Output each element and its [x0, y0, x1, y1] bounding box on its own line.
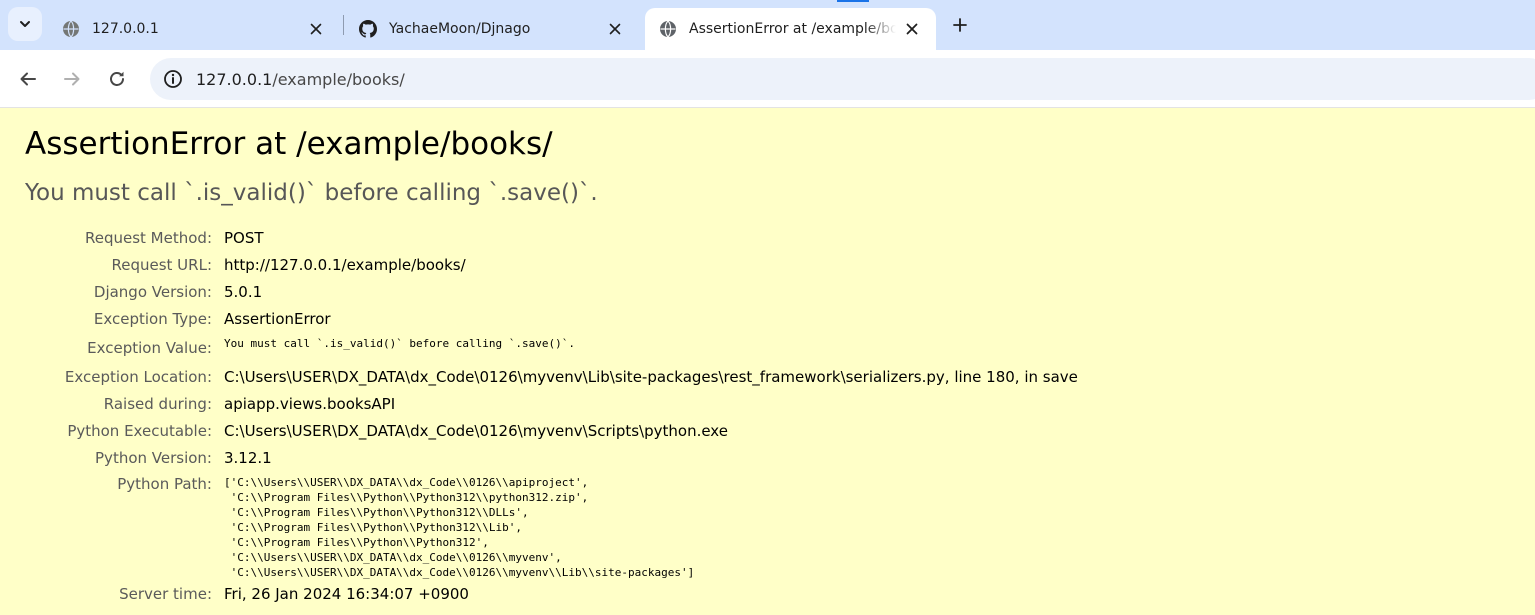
reload-button[interactable] [101, 63, 133, 95]
meta-label: Python Executable: [67, 421, 212, 440]
github-icon [359, 20, 377, 38]
meta-label: Raised during: [103, 394, 212, 413]
table-row: Python Executable: C:\Users\USER\DX_DATA… [0, 417, 1078, 444]
error-page: AssertionError at /example/books/ You mu… [0, 108, 1535, 615]
meta-value: C:\Users\USER\DX_DATA\dx_Code\0126\myven… [224, 367, 1078, 386]
tabstrip-accent-line [837, 0, 869, 2]
tab-assertion-error[interactable]: AssertionError at /example/books/ [645, 8, 936, 50]
meta-value: http://127.0.0.1/example/books/ [224, 255, 466, 274]
back-button[interactable] [12, 63, 44, 95]
meta-label: Exception Value: [87, 338, 212, 357]
table-row: Exception Value: You must call `.is_vali… [0, 332, 1078, 363]
meta-value: ['C:\\Users\\USER\\DX_DATA\\dx_Code\\012… [224, 471, 1078, 580]
meta-value: apiapp.views.booksAPI [224, 394, 396, 413]
tab-localhost[interactable]: 127.0.0.1 [48, 8, 340, 50]
arrow-left-icon [20, 72, 36, 86]
close-icon [609, 23, 621, 35]
table-row: Raised during: apiapp.views.booksAPI [0, 390, 1078, 417]
exception-message: You must call `.is_valid()` before calli… [25, 180, 598, 206]
request-meta-table: Request Method: POST Request URL: http:/… [0, 224, 1078, 607]
address-bar[interactable]: 127.0.0.1/example/books/ [150, 58, 1535, 100]
table-row: Exception Type: AssertionError [0, 305, 1078, 332]
meta-label: Request Method: [84, 228, 212, 247]
new-tab-button[interactable] [946, 11, 974, 39]
table-row: Request URL: http://127.0.0.1/example/bo… [0, 251, 1078, 278]
table-row: Python Version: 3.12.1 [0, 444, 1078, 471]
meta-value: You must call `.is_valid()` before calli… [224, 332, 1078, 363]
tab-search-button[interactable] [8, 7, 42, 41]
forward-button[interactable] [56, 63, 88, 95]
reload-icon [110, 71, 124, 86]
meta-value: 5.0.1 [224, 282, 263, 301]
python-path-text: ['C:\\Users\\USER\\DX_DATA\\dx_Code\\012… [224, 476, 695, 579]
table-row: Server time: Fri, 26 Jan 2024 16:34:07 +… [0, 580, 1078, 607]
tab-title: 127.0.0.1 [92, 21, 159, 37]
browser-toolbar: 127.0.0.1/example/books/ [0, 50, 1535, 108]
meta-label: Exception Location: [64, 367, 212, 386]
page-title: AssertionError at /example/books/ [25, 126, 553, 162]
tab-close-button[interactable] [902, 19, 922, 39]
tab-separator [343, 15, 344, 35]
close-icon [906, 23, 918, 35]
meta-value: AssertionError [224, 309, 331, 328]
tab-title: YachaeMoon/Djnago [389, 21, 531, 37]
table-row: Django Version: 5.0.1 [0, 278, 1078, 305]
tab-strip: 127.0.0.1 YachaeMoon/Djnago AssertionErr… [0, 0, 1535, 50]
globe-icon [62, 20, 80, 38]
table-row: Python Path: ['C:\\Users\\USER\\DX_DATA\… [0, 471, 1078, 580]
meta-value: 3.12.1 [224, 448, 272, 467]
table-row: Exception Location: C:\Users\USER\DX_DAT… [0, 363, 1078, 390]
url-text[interactable]: 127.0.0.1/example/books/ [196, 70, 405, 89]
meta-value: C:\Users\USER\DX_DATA\dx_Code\0126\myven… [224, 421, 728, 440]
arrow-right-icon [64, 72, 80, 86]
site-info-button[interactable] [162, 68, 184, 90]
meta-value: POST [224, 228, 264, 247]
meta-label: Python Version: [95, 448, 212, 467]
meta-label: Python Path: [117, 475, 212, 493]
tab-close-button[interactable] [306, 19, 326, 39]
tab-close-button[interactable] [605, 19, 625, 39]
meta-label: Exception Type: [93, 309, 212, 328]
table-row: Request Method: POST [0, 224, 1078, 251]
url-host: 127.0.0.1 [196, 69, 273, 89]
close-icon [310, 23, 322, 35]
tab-github-repo[interactable]: YachaeMoon/Djnago [345, 8, 639, 50]
meta-label: Request URL: [111, 255, 212, 274]
tab-title: AssertionError at /example/books/ [689, 21, 896, 37]
meta-label: Django Version: [93, 282, 212, 301]
exception-value-text: You must call `.is_valid()` before calli… [224, 337, 575, 350]
url-path: /example/books/ [272, 69, 405, 89]
globe-icon [659, 20, 677, 38]
meta-label: Server time: [119, 584, 212, 603]
info-icon [164, 70, 182, 88]
plus-icon [953, 18, 967, 32]
meta-value: Fri, 26 Jan 2024 16:34:07 +0900 [224, 584, 469, 603]
chevron-down-icon [20, 21, 30, 27]
